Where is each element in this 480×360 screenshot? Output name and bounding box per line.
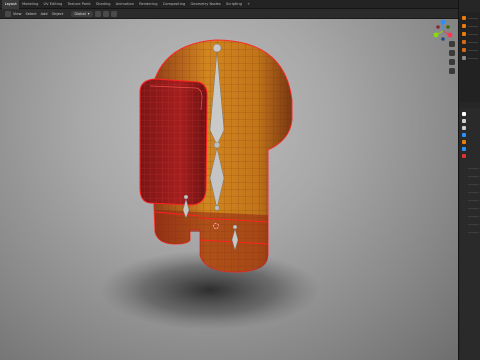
tab-scripting[interactable]: Scripting: [223, 0, 244, 9]
chevron-down-icon: ▾: [87, 11, 90, 16]
transform-orientation-dropdown[interactable]: Global ▾: [71, 10, 93, 17]
snap-icon[interactable]: [102, 10, 109, 17]
outliner-panel[interactable]: [460, 12, 480, 102]
3d-viewport[interactable]: [0, 19, 458, 360]
tab-texture-paint[interactable]: Texture Paint: [65, 0, 93, 9]
pivot-point-icon[interactable]: [94, 10, 101, 17]
tab-shading[interactable]: Shading: [93, 0, 113, 9]
properties-panel[interactable]: [460, 108, 480, 360]
tool-icon[interactable]: [462, 112, 466, 116]
armature-icon: [462, 24, 466, 28]
select-menu[interactable]: Select: [24, 12, 39, 16]
workspace-tab-bar: Layout Modeling UV Editing Texture Paint…: [0, 0, 480, 9]
material-icon[interactable]: [462, 154, 466, 158]
gizmo-y-axis[interactable]: [433, 32, 439, 38]
proportional-edit-icon[interactable]: [110, 10, 117, 17]
tab-geometry-nodes[interactable]: Geometry Nodes: [188, 0, 224, 9]
object-properties-icon[interactable]: [462, 140, 466, 144]
tab-uv-editing[interactable]: UV Editing: [41, 0, 65, 9]
tab-compositing[interactable]: Compositing: [160, 0, 188, 9]
render-icon[interactable]: [462, 119, 466, 123]
orientation-label: Global: [74, 11, 86, 16]
camera-icon: [462, 56, 466, 60]
viewport-header: View Select Add Object Global ▾: [0, 9, 458, 19]
gizmo-x-axis[interactable]: [447, 32, 453, 38]
tab-rendering[interactable]: Rendering: [137, 0, 161, 9]
add-menu[interactable]: Add: [39, 12, 50, 16]
camera-icon[interactable]: [449, 59, 455, 65]
view-menu[interactable]: View: [11, 12, 24, 16]
grid-icon[interactable]: [449, 68, 455, 74]
object-menu[interactable]: Object: [50, 12, 66, 16]
zoom-icon[interactable]: [449, 41, 455, 47]
scene-icon[interactable]: [462, 133, 466, 137]
viewport-navigation-tools: [447, 39, 457, 360]
mesh-icon: [462, 32, 466, 36]
add-workspace-button[interactable]: +: [245, 0, 253, 9]
mesh-icon: [462, 48, 466, 52]
mesh-icon: [462, 40, 466, 44]
hand-pan-icon[interactable]: [449, 50, 455, 56]
output-icon[interactable]: [462, 126, 466, 130]
gizmo-z-axis[interactable]: [440, 19, 446, 25]
properties-sidebar: [458, 0, 480, 360]
tab-animation[interactable]: Animation: [113, 0, 137, 9]
modifier-icon[interactable]: [462, 147, 466, 151]
collection-icon: [462, 16, 466, 20]
tab-modeling[interactable]: Modeling: [19, 0, 41, 9]
tab-layout[interactable]: Layout: [2, 0, 20, 9]
viewport-scene: [100, 39, 320, 330]
